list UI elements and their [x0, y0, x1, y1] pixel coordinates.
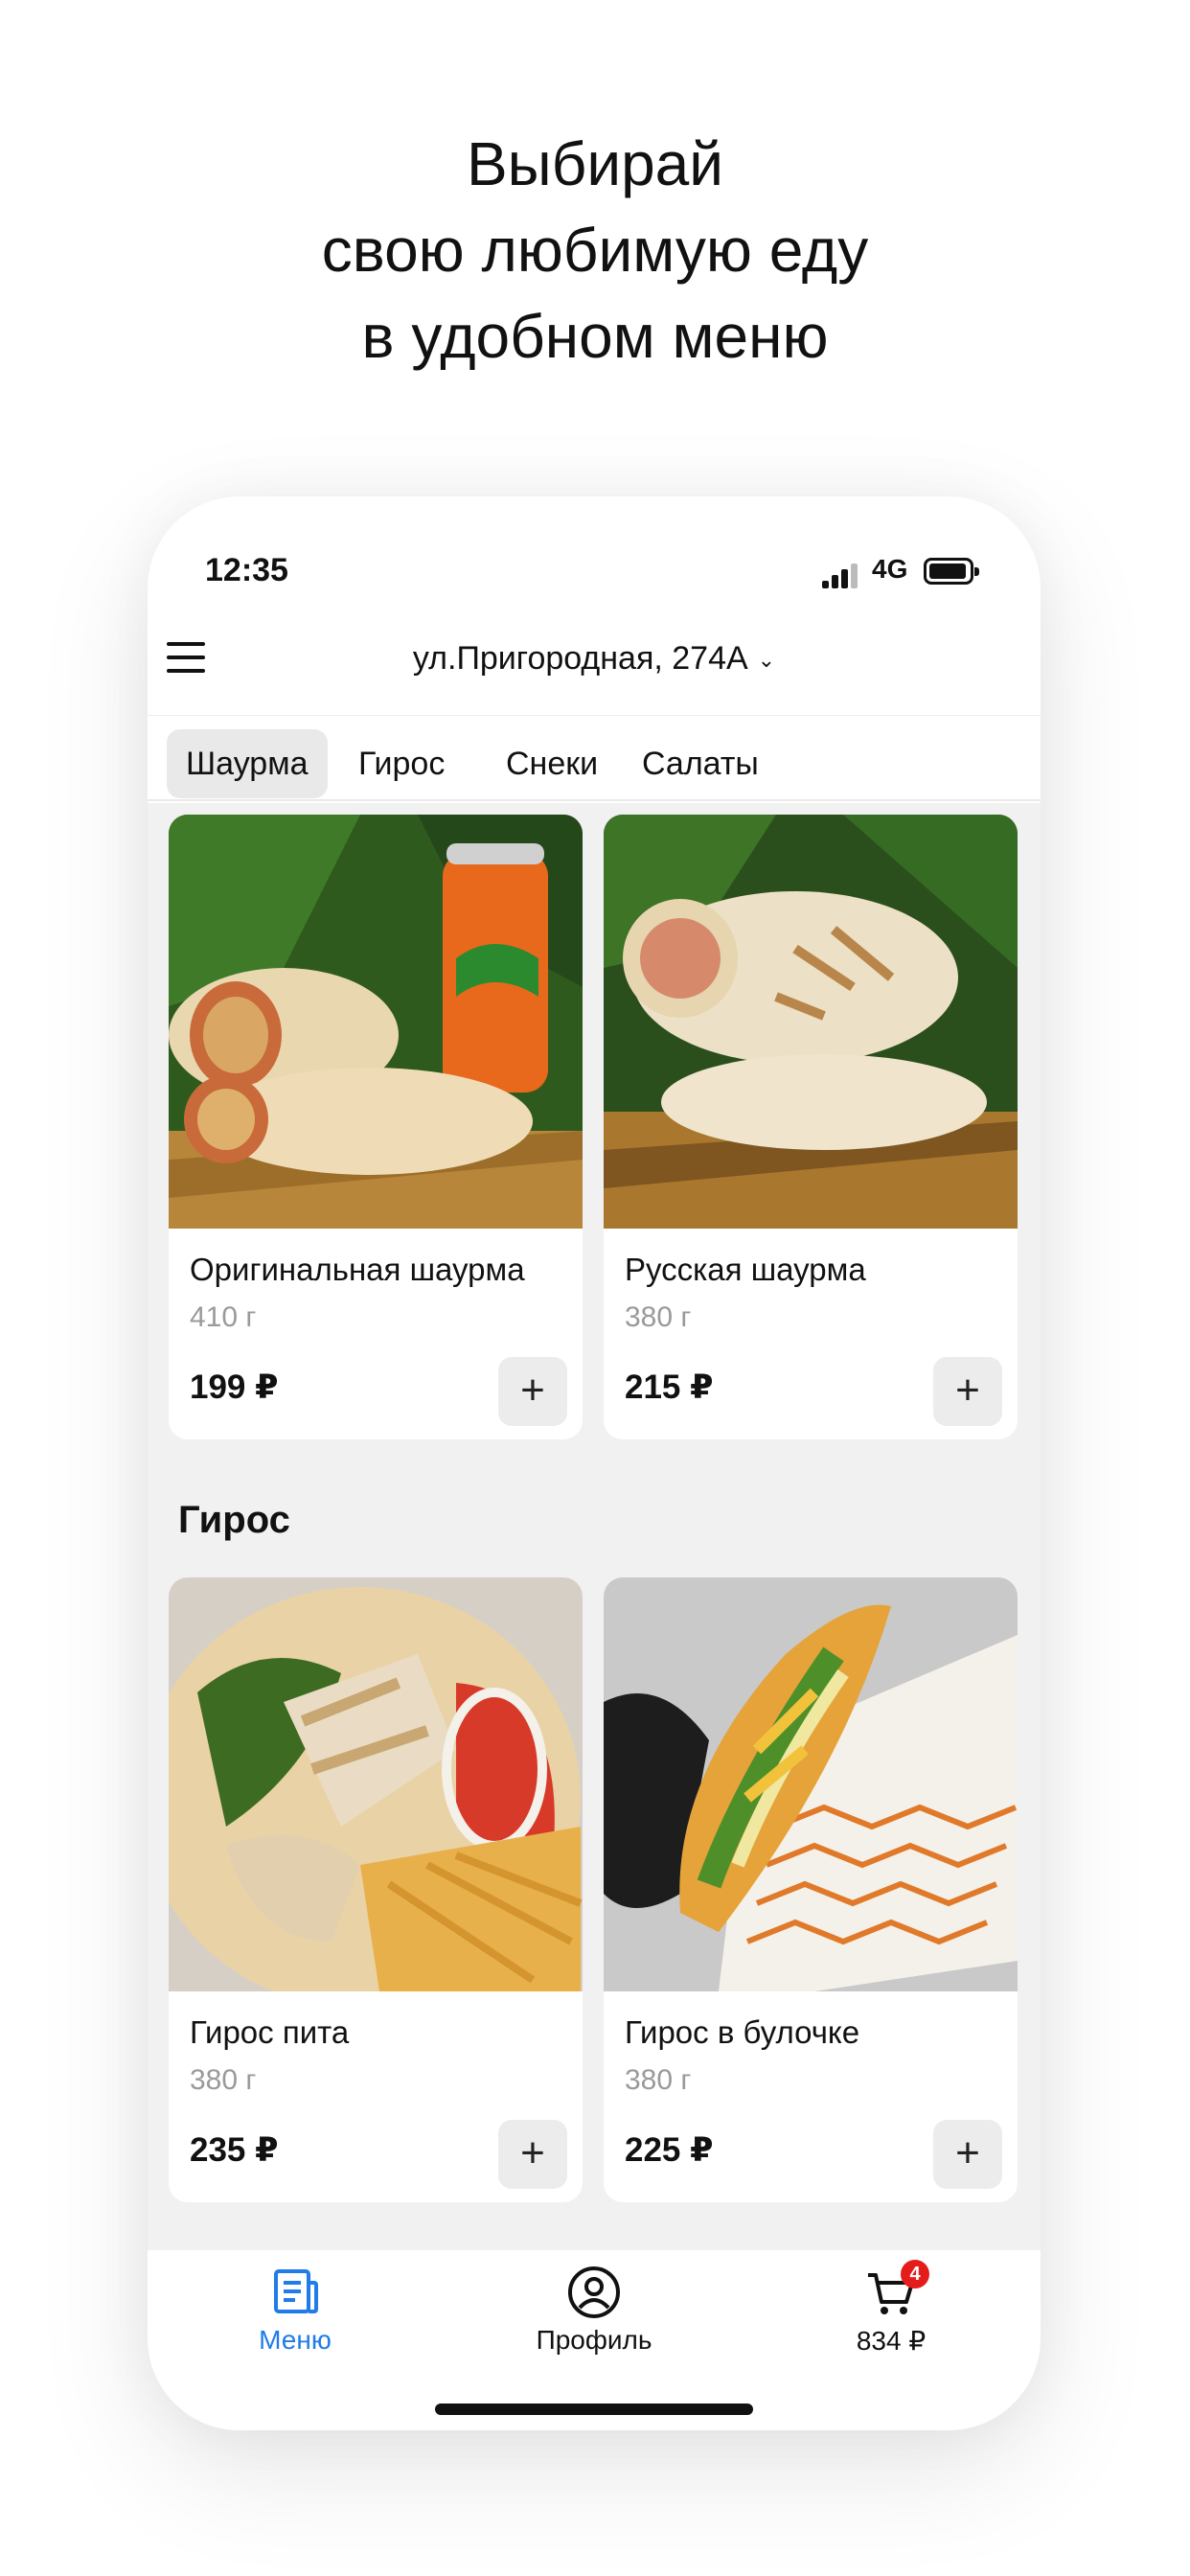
product-image — [169, 815, 583, 1229]
add-to-cart-button[interactable]: + — [498, 1357, 567, 1426]
tab-snacks[interactable]: Снеки — [487, 729, 617, 798]
status-time: 12:35 — [205, 552, 288, 588]
promo-line-3: в удобном меню — [361, 302, 829, 371]
tabbar-label-menu: Меню — [259, 2325, 332, 2355]
product-name: Гирос пита — [190, 2014, 350, 2050]
phone-frame: 12:35 4G ул.Пригородная, 274А ⌄ Шаурма Ги… — [148, 496, 1041, 2430]
product-weight: 410 г — [190, 1301, 257, 1333]
product-name: Гирос в булочке — [625, 2014, 860, 2050]
product-weight: 380 г — [190, 2064, 257, 2096]
product-card[interactable]: Оригинальная шаурма 410 г 199 ₽ + — [169, 815, 583, 1439]
product-price: 199 ₽ — [190, 1368, 279, 1406]
product-weight: 380 г — [625, 1301, 692, 1333]
product-card[interactable]: Русская шаурма 380 г 215 ₽ + — [604, 815, 1018, 1439]
add-to-cart-button[interactable]: + — [498, 2120, 567, 2189]
tab-salads[interactable]: Салаты — [623, 729, 778, 798]
product-image — [169, 1577, 583, 1991]
address-label: ул.Пригородная, 274А — [412, 640, 748, 677]
section-title-gyros: Гирос — [178, 1499, 290, 1541]
add-to-cart-button[interactable]: + — [933, 2120, 1002, 2189]
promo-line-1: Выбирай — [466, 129, 724, 198]
promo-line-2: свою любимую еду — [321, 216, 869, 285]
status-bar: 12:35 4G — [148, 535, 1041, 611]
product-price: 215 ₽ — [625, 1368, 714, 1406]
home-indicator — [435, 2404, 753, 2415]
product-name: Оригинальная шаурма — [190, 1252, 525, 1287]
tabbar-item-profile[interactable]: Профиль — [498, 2264, 690, 2356]
cart-total: 834 ₽ — [856, 2326, 927, 2356]
tab-gyros[interactable]: Гирос — [339, 729, 464, 798]
category-tabs: Шаурма Гирос Снеки Салаты — [148, 715, 1041, 801]
app-header: ул.Пригородная, 274А ⌄ — [148, 611, 1041, 717]
product-image — [604, 815, 1018, 1229]
tabbar-item-cart[interactable]: 4 834 ₽ — [795, 2260, 987, 2357]
profile-icon — [565, 2264, 623, 2321]
cart-icon: 4 — [862, 2260, 929, 2321]
product-card[interactable]: Гирос пита 380 г 235 ₽ + — [169, 1577, 583, 2202]
cart-badge: 4 — [901, 2260, 929, 2288]
product-price: 235 ₽ — [190, 2131, 279, 2169]
tab-shawarma[interactable]: Шаурма — [167, 729, 328, 798]
address-selector[interactable]: ул.Пригородная, 274А ⌄ — [148, 640, 1041, 678]
network-label: 4G — [872, 554, 908, 584]
product-card[interactable]: Гирос в булочке 380 г 225 ₽ + — [604, 1577, 1018, 2202]
product-weight: 380 г — [625, 2064, 692, 2096]
signal-icon — [822, 562, 858, 588]
chevron-down-icon: ⌄ — [757, 648, 776, 673]
menu-doc-icon — [266, 2264, 324, 2321]
battery-icon — [924, 558, 979, 585]
add-to-cart-button[interactable]: + — [933, 1357, 1002, 1426]
product-image — [604, 1577, 1018, 1991]
product-name: Русская шаурма — [625, 1252, 866, 1287]
promo-title: Выбирай свою любимую еду в удобном меню — [0, 121, 1190, 380]
tabbar-item-menu[interactable]: Меню — [199, 2264, 391, 2356]
product-price: 225 ₽ — [625, 2131, 714, 2169]
tabbar-label-profile: Профиль — [536, 2325, 652, 2355]
